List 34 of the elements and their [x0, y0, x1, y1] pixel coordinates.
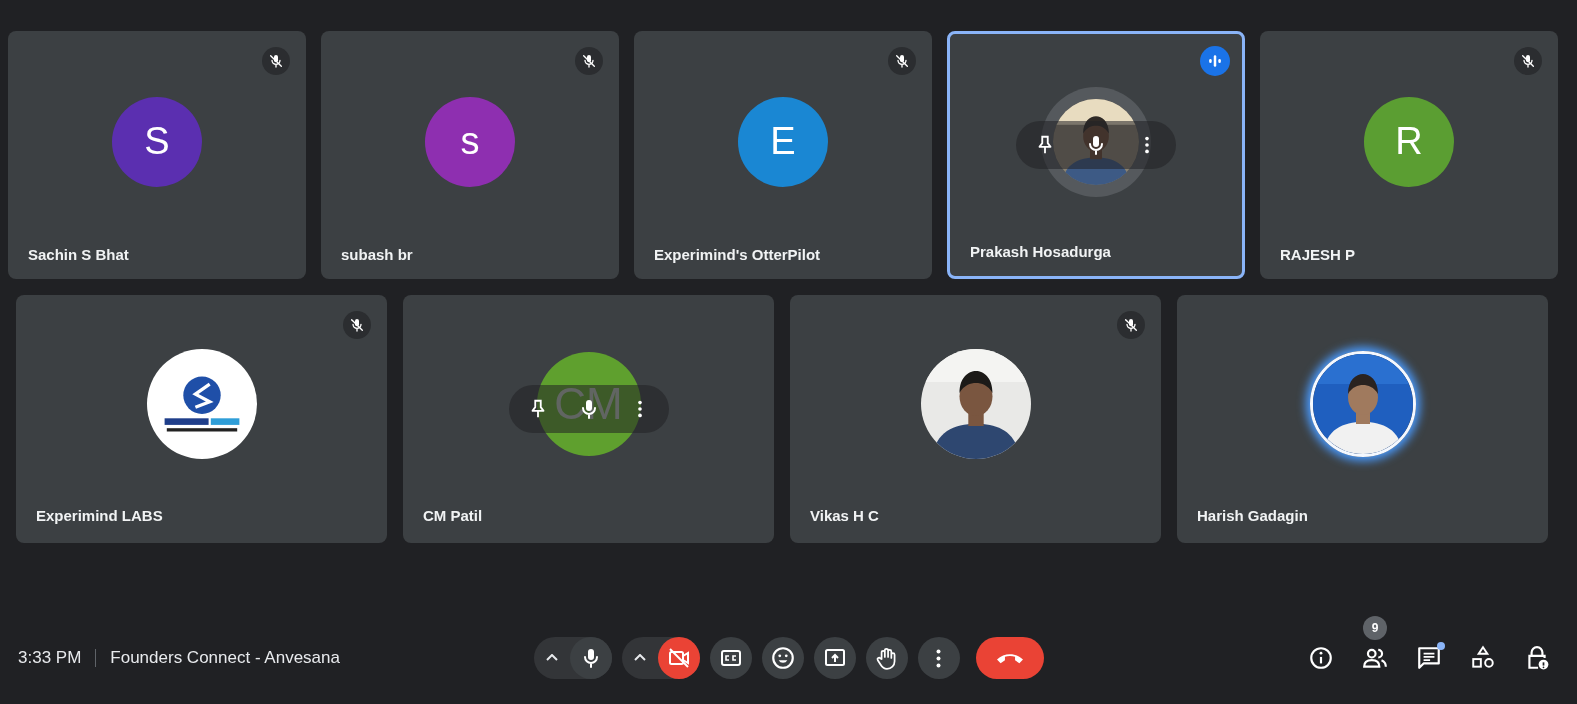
raise-hand-button[interactable] [865, 637, 908, 679]
captions-button[interactable] [709, 637, 752, 679]
participant-count: 9 [1363, 616, 1387, 640]
participant-name: Prakash Hosadurga [969, 243, 1112, 262]
microphone-button[interactable] [569, 637, 612, 679]
present-button[interactable] [813, 637, 856, 679]
more-options-button[interactable] [917, 637, 960, 679]
shapes-icon [1470, 645, 1496, 671]
avatar: R [1364, 96, 1454, 187]
more-options-icon [936, 648, 941, 668]
participant-name: CM Patil [422, 507, 484, 526]
participant-name: Experimind LABS [35, 507, 164, 526]
avatar: s [425, 96, 515, 187]
info-icon [1308, 645, 1334, 671]
leave-call-button[interactable] [975, 637, 1044, 679]
meeting-title: Founders Connect - Anvesana [110, 648, 340, 668]
avatar: CM [536, 352, 641, 456]
participant-name: Harish Gadagin [1196, 507, 1309, 526]
meeting-time: 3:33 PM [18, 648, 82, 668]
participant-name: Experimind's OtterPilot [653, 246, 822, 265]
phone-icon [996, 652, 1023, 664]
avatar: S [112, 96, 202, 187]
participant-name: Vikas H C [809, 507, 880, 526]
participant-name: Sachin S Bhat [27, 246, 130, 265]
participant-name: subash br [340, 246, 414, 265]
chat-icon [1416, 645, 1442, 671]
avatar: E [738, 96, 828, 187]
participant-name: RAJESH P [1279, 246, 1357, 265]
camera-off-button[interactable] [657, 637, 700, 679]
camera-off-icon [666, 646, 691, 670]
caret-icon [545, 654, 558, 662]
caret-icon [633, 654, 646, 662]
reactions-button[interactable] [761, 637, 804, 679]
smiley-icon [769, 645, 796, 671]
